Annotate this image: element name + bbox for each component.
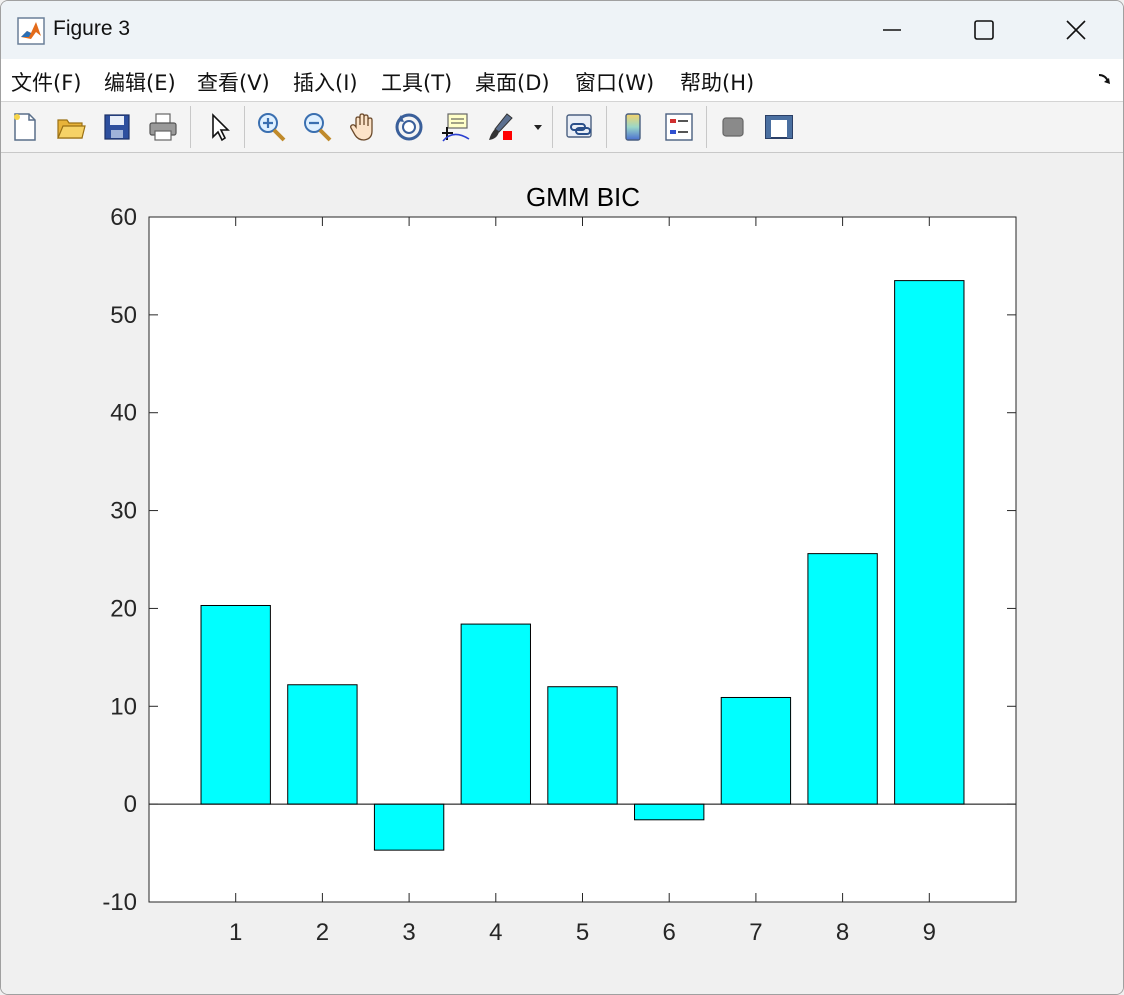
- bar-chart: -10 0 10 20 30 40 50 60 1 2 3 4 5 6 7 8 9 GMM BIC: [102, 182, 1017, 946]
- close-button[interactable]: [1031, 9, 1121, 51]
- x-tick-label: 5: [576, 919, 589, 946]
- print-button[interactable]: [145, 108, 181, 146]
- matlab-icon: [17, 17, 45, 45]
- maximize-icon: [974, 20, 994, 40]
- x-tick-label: 8: [836, 919, 849, 946]
- bar-6[interactable]: [634, 803, 705, 821]
- pointer-icon: [212, 113, 230, 142]
- open-file-button[interactable]: [53, 108, 89, 146]
- bar-2[interactable]: [287, 684, 358, 805]
- save-button[interactable]: [99, 108, 135, 146]
- chart-title: GMM BIC: [526, 182, 640, 212]
- x-tick-label: 9: [923, 919, 936, 946]
- x-tick-label: 1: [229, 919, 242, 946]
- legend-button[interactable]: [661, 108, 697, 146]
- menu-file[interactable]: 文件(F): [11, 67, 81, 97]
- zoom-out-icon: [304, 113, 332, 142]
- figure-toolbar: [1, 102, 1123, 153]
- hide-plot-tools-button[interactable]: [715, 108, 751, 146]
- legend-icon: [665, 113, 693, 141]
- menu-desktop[interactable]: 桌面(D): [475, 67, 550, 97]
- chevron-down-icon: [534, 125, 542, 130]
- zoom-in-button[interactable]: [253, 108, 289, 146]
- bar-1[interactable]: [200, 604, 271, 805]
- y-tick-label: 40: [110, 400, 137, 427]
- colorbar-icon: [625, 113, 641, 141]
- pointer-button[interactable]: [201, 108, 237, 146]
- maximize-button[interactable]: [939, 9, 1029, 51]
- y-tick-label: -10: [102, 889, 137, 916]
- toolbar-separator: [706, 106, 707, 148]
- open-file-icon: [57, 119, 86, 139]
- y-tick-label: 0: [124, 791, 137, 818]
- y-tick-label: 50: [110, 302, 137, 329]
- figure-window: Figure 3 文件(F) 编辑(E) 查看(V) 插入(I) 工具(T) 桌…: [0, 0, 1124, 995]
- rotate-3d-icon: [395, 113, 423, 141]
- window-title: Figure 3: [53, 17, 131, 40]
- menu-edit[interactable]: 编辑(E): [104, 67, 176, 97]
- x-tick-label: 4: [489, 919, 502, 946]
- y-tick-label: 60: [110, 204, 137, 231]
- new-figure-button[interactable]: [7, 108, 43, 146]
- figure-canvas: -10 0 10 20 30 40 50 60 1 2 3 4 5 6 7 8 9 GMM BIC: [1, 153, 1123, 994]
- zoom-in-icon: [258, 113, 286, 142]
- new-figure-icon: [14, 113, 36, 141]
- show-plot-tools-button[interactable]: [761, 108, 797, 146]
- pan-icon: [350, 113, 373, 141]
- toolbar-separator: [190, 106, 191, 148]
- data-cursor-button[interactable]: [437, 108, 473, 146]
- colorbar-button[interactable]: [615, 108, 651, 146]
- menu-insert[interactable]: 插入(I): [293, 67, 358, 97]
- bar-8[interactable]: [807, 553, 878, 805]
- menu-view[interactable]: 查看(V): [197, 67, 270, 97]
- rotate-3d-button[interactable]: [391, 108, 427, 146]
- bar-3[interactable]: [373, 803, 445, 851]
- close-icon: [1066, 20, 1086, 40]
- x-tick-label: 2: [316, 919, 329, 946]
- title-bar[interactable]: Figure 3: [1, 1, 1123, 59]
- brush-icon: [489, 113, 513, 140]
- bar-7[interactable]: [720, 696, 792, 805]
- toolbar-separator: [244, 106, 245, 148]
- zoom-out-button[interactable]: [299, 108, 335, 146]
- dock-arrow-icon[interactable]: [1097, 71, 1113, 87]
- x-tick-label: 6: [663, 919, 676, 946]
- minimize-button[interactable]: [847, 9, 937, 51]
- save-icon: [104, 114, 130, 140]
- link-plot-icon: [566, 114, 592, 138]
- y-tick-label: 10: [110, 693, 137, 720]
- hide-plot-tools-icon: [722, 117, 744, 137]
- brush-dropdown-button[interactable]: [529, 108, 547, 146]
- link-plot-button[interactable]: [561, 108, 597, 146]
- menu-tools[interactable]: 工具(T): [381, 67, 452, 97]
- y-tick-label: 20: [110, 595, 137, 622]
- bar-5[interactable]: [547, 686, 618, 805]
- menu-bar: 文件(F) 编辑(E) 查看(V) 插入(I) 工具(T) 桌面(D) 窗口(W…: [1, 59, 1123, 102]
- x-tick-label: 7: [749, 919, 762, 946]
- pan-button[interactable]: [345, 108, 381, 146]
- menu-window[interactable]: 窗口(W): [575, 67, 654, 97]
- brush-button[interactable]: [483, 108, 519, 146]
- print-icon: [149, 113, 177, 141]
- data-cursor-icon: [442, 113, 470, 142]
- minimize-icon: [883, 29, 901, 31]
- x-tick-label: 3: [402, 919, 415, 946]
- menu-help[interactable]: 帮助(H): [680, 67, 754, 97]
- bar-9[interactable]: [894, 280, 965, 805]
- y-tick-label: 30: [110, 498, 137, 525]
- bar-4[interactable]: [460, 623, 531, 805]
- show-plot-tools-icon: [765, 115, 793, 139]
- toolbar-separator: [552, 106, 553, 148]
- toolbar-separator: [606, 106, 607, 148]
